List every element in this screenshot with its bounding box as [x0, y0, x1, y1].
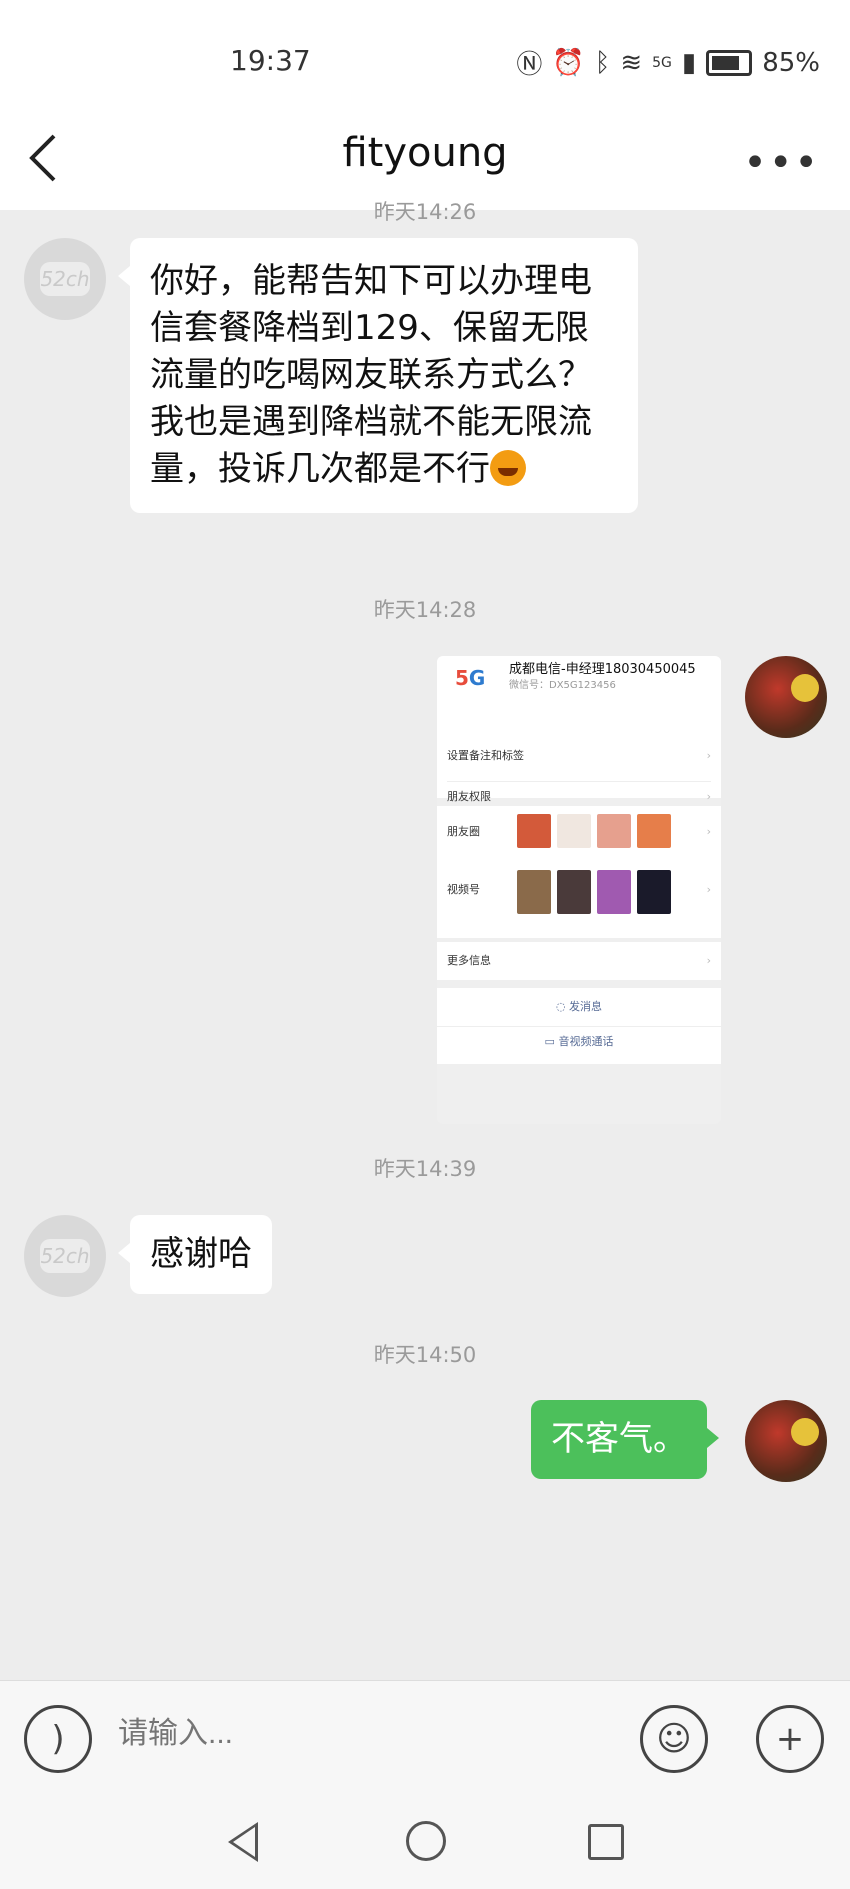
thumbnail — [517, 814, 551, 848]
card-section-more: 更多信息 › — [437, 942, 721, 980]
card-row-more: 更多信息 › — [447, 946, 711, 976]
my-avatar[interactable] — [745, 656, 827, 738]
message-input[interactable] — [118, 1717, 598, 1751]
nav-recents-icon[interactable] — [588, 1824, 624, 1860]
avatar-logo: 52ch — [40, 262, 90, 296]
card-row-channels: 视频号 › — [447, 866, 711, 914]
card-wechat-id: 微信号：DX5G123456 — [509, 680, 616, 691]
row-label: 朋友权限 — [447, 790, 491, 803]
status-bar: 19:37 Ⓝ ⏰ ᛒ ≋ 5G ▮ 85% — [0, 0, 850, 110]
input-bar: ) ☺ + — [0, 1680, 850, 1801]
avatar-detail — [791, 674, 819, 702]
contact-avatar[interactable]: 52ch — [24, 238, 106, 320]
chevron-right-icon: › — [706, 825, 711, 838]
network-type: 5G — [652, 54, 672, 71]
bluetooth-icon: ᛒ — [594, 47, 611, 78]
card-row-remarks: 设置备注和标签 › — [447, 741, 711, 771]
thumbnail — [557, 870, 591, 914]
card-header: 5G 成都电信-申经理18030450045 微信号：DX5G123456 — [437, 656, 721, 696]
my-avatar[interactable] — [745, 1400, 827, 1482]
row-label: 朋友圈 — [447, 825, 480, 838]
status-time: 19:37 — [230, 44, 311, 77]
message-timestamp: 昨天14:50 — [373, 1343, 477, 1367]
avatar-detail — [791, 1418, 819, 1446]
nav-back-icon[interactable] — [228, 1822, 258, 1862]
thumbnail — [637, 814, 671, 848]
thumbnail — [597, 870, 631, 914]
chevron-right-icon: › — [706, 749, 711, 762]
channels-thumbnails — [517, 870, 671, 914]
voice-input-icon[interactable]: ) — [24, 1705, 92, 1773]
row-label: 设置备注和标签 — [447, 749, 524, 762]
row-label: 更多信息 — [447, 954, 491, 967]
message-timestamp: 昨天14:26 — [373, 200, 477, 224]
card-video-call: ▭ 音视频通话 — [437, 1026, 721, 1057]
nfc-icon: Ⓝ — [516, 50, 543, 80]
card-send-message: ◌ 发消息 — [437, 992, 721, 1022]
chevron-right-icon: › — [706, 954, 711, 967]
card-section-settings: 设置备注和标签 › 朋友权限 › — [437, 696, 721, 803]
message-text: 不客气。 — [551, 1419, 687, 1459]
plus-icon[interactable]: + — [756, 1705, 824, 1773]
chevron-right-icon: › — [706, 883, 711, 896]
action-label: 发消息 — [569, 1000, 603, 1013]
nav-home-icon[interactable] — [406, 1821, 446, 1861]
5g-logo-icon: 5G — [455, 666, 486, 690]
action-label: 音视频通话 — [558, 1035, 614, 1048]
wifi-icon: ≋ — [620, 47, 643, 78]
message-timestamp: 昨天14:39 — [373, 1157, 477, 1181]
received-message[interactable]: 你好，能帮告知下可以办理电信套餐降档到129、保留无限流量的吃喝网友联系方式么？… — [118, 238, 638, 513]
angry-emoji-icon — [490, 450, 526, 486]
emoji-icon[interactable]: ☺ — [640, 1705, 708, 1773]
thumbnail — [557, 814, 591, 848]
more-options-icon[interactable]: ••• — [743, 140, 820, 186]
video-camera-icon: ▭ — [544, 1035, 555, 1048]
battery-icon — [706, 49, 753, 76]
message-text: 感谢哈 — [150, 1234, 252, 1274]
shared-image[interactable]: 5G 成都电信-申经理18030450045 微信号：DX5G123456 设置… — [437, 656, 721, 1124]
message-text: 你好，能帮告知下可以办理电信套餐降档到129、保留无限流量的吃喝网友联系方式么？… — [150, 261, 592, 489]
card-section-actions: ◌ 发消息 ▭ 音视频通话 — [437, 988, 721, 1064]
chat-bubble-icon: ◌ — [555, 1000, 566, 1013]
card-section-media: 朋友圈 › 视频号 › — [437, 806, 721, 938]
chat-area[interactable]: 昨天14:26 52ch 你好，能帮告知下可以办理电信套餐降档到129、保留无限… — [0, 200, 850, 1680]
thumbnail — [517, 870, 551, 914]
battery-percent: 85% — [762, 47, 820, 78]
system-nav-bar — [0, 1800, 850, 1889]
card-name: 成都电信-申经理18030450045 — [509, 662, 696, 677]
contact-avatar[interactable]: 52ch — [24, 1215, 106, 1297]
sent-message[interactable]: 不客气。 — [531, 1400, 719, 1479]
status-icons: Ⓝ ⏰ ᛒ ≋ 5G ▮ 85% — [516, 44, 820, 81]
card-row-moments: 朋友圈 › — [447, 814, 711, 850]
alarm-icon: ⏰ — [552, 47, 585, 78]
chat-title: fityoung — [342, 130, 508, 176]
row-label: 视频号 — [447, 883, 480, 896]
received-message[interactable]: 感谢哈 — [118, 1215, 272, 1294]
signal-icon: ▮ — [681, 47, 697, 78]
chat-header: fityoung ••• — [0, 110, 850, 210]
avatar-logo: 52ch — [40, 1239, 90, 1273]
message-timestamp: 昨天14:28 — [373, 598, 477, 622]
moments-thumbnails — [517, 814, 671, 848]
thumbnail — [597, 814, 631, 848]
thumbnail — [637, 870, 671, 914]
